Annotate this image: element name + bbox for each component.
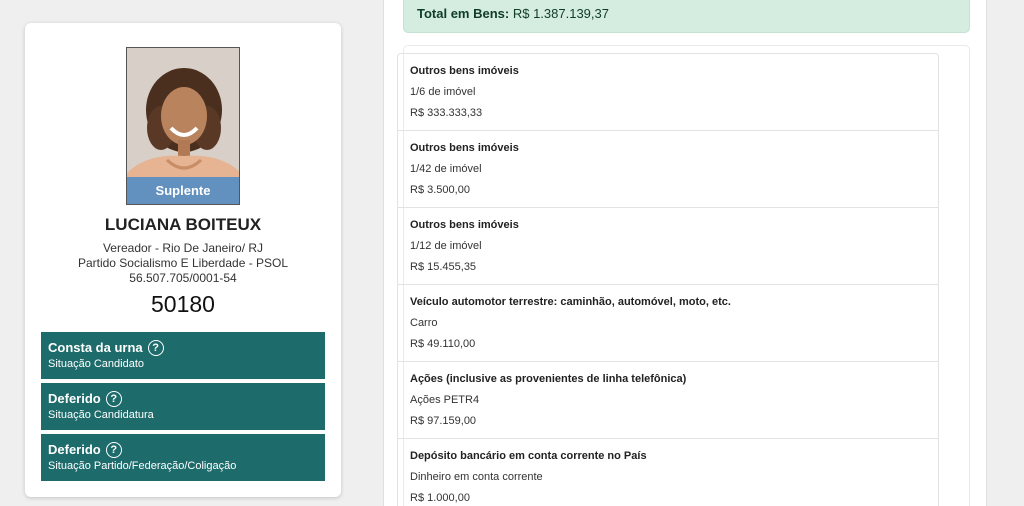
asset-value: R$ 333.333,33	[410, 107, 483, 119]
assets-panel: Total em Bens: R$ 1.387.139,37 Outros be…	[383, 0, 987, 506]
asset-value: R$ 49.110,00	[410, 338, 476, 350]
list-item: Veículo automotor terrestre: caminhão, a…	[398, 285, 938, 362]
status-candidato: Consta da urna? Situação Candidato	[41, 332, 325, 379]
candidate-party: Partido Socialismo E Liberdade - PSOL	[77, 256, 289, 270]
status-badge: Suplente	[127, 177, 239, 204]
list-item: Ações (inclusive as provenientes de linh…	[398, 362, 938, 439]
help-icon[interactable]: ?	[105, 391, 122, 407]
list-item: Outros bens imóveis 1/6 de imóvel R$ 333…	[398, 54, 938, 131]
asset-type: Outros bens imóveis	[410, 219, 519, 231]
status-subtitle: Situação Candidatura	[48, 409, 154, 421]
asset-type: Veículo automotor terrestre: caminhão, a…	[410, 296, 731, 308]
status-candidatura: Deferido? Situação Candidatura	[41, 383, 325, 430]
list-item: Outros bens imóveis 1/12 de imóvel R$ 15…	[398, 208, 938, 285]
asset-value: R$ 15.455,35	[410, 261, 477, 273]
asset-description: Ações PETR4	[410, 394, 480, 406]
asset-type: Depósito bancário em conta corrente no P…	[410, 450, 647, 462]
status-partido: Deferido? Situação Partido/Federação/Col…	[41, 434, 325, 481]
asset-description: 1/6 de imóvel	[410, 86, 476, 98]
total-assets: Total em Bens: R$ 1.387.139,37	[403, 0, 970, 33]
total-label: Total em Bens:	[417, 6, 510, 21]
asset-value: R$ 3.500,00	[410, 184, 470, 196]
asset-description: 1/12 de imóvel	[410, 240, 482, 252]
assets-list: Outros bens imóveis 1/6 de imóvel R$ 333…	[397, 53, 939, 506]
status-subtitle: Situação Candidato	[48, 358, 145, 370]
list-item: Outros bens imóveis 1/42 de imóvel R$ 3.…	[398, 131, 938, 208]
asset-description: Carro	[410, 317, 438, 329]
status-title: Deferido	[48, 442, 101, 457]
status-title: Deferido	[48, 391, 101, 406]
help-icon[interactable]: ?	[147, 340, 164, 356]
candidate-number: 50180	[151, 291, 215, 317]
list-item: Depósito bancário em conta corrente no P…	[398, 439, 938, 506]
candidate-cnpj: 56.507.705/0001-54	[129, 271, 237, 285]
candidate-office: Vereador - Rio De Janeiro/ RJ	[102, 241, 264, 255]
asset-type: Ações (inclusive as provenientes de linh…	[410, 373, 687, 385]
asset-value: R$ 1.000,00	[410, 492, 470, 504]
status-subtitle: Situação Partido/Federação/Coligação	[48, 460, 237, 472]
asset-description: Dinheiro em conta corrente	[410, 471, 543, 483]
asset-type: Outros bens imóveis	[410, 142, 519, 154]
candidate-name: LUCIANA BOITEUX	[104, 215, 262, 234]
status-title: Consta da urna	[48, 340, 143, 355]
asset-description: 1/42 de imóvel	[410, 163, 482, 175]
candidate-card: Suplente LUCIANA BOITEUX Vereador - Rio …	[25, 23, 341, 497]
asset-value: R$ 97.159,00	[410, 415, 477, 427]
total-value: R$ 1.387.139,37	[512, 6, 609, 21]
help-icon[interactable]: ?	[105, 442, 122, 458]
asset-type: Outros bens imóveis	[410, 65, 519, 77]
candidate-photo: Suplente	[126, 47, 240, 205]
